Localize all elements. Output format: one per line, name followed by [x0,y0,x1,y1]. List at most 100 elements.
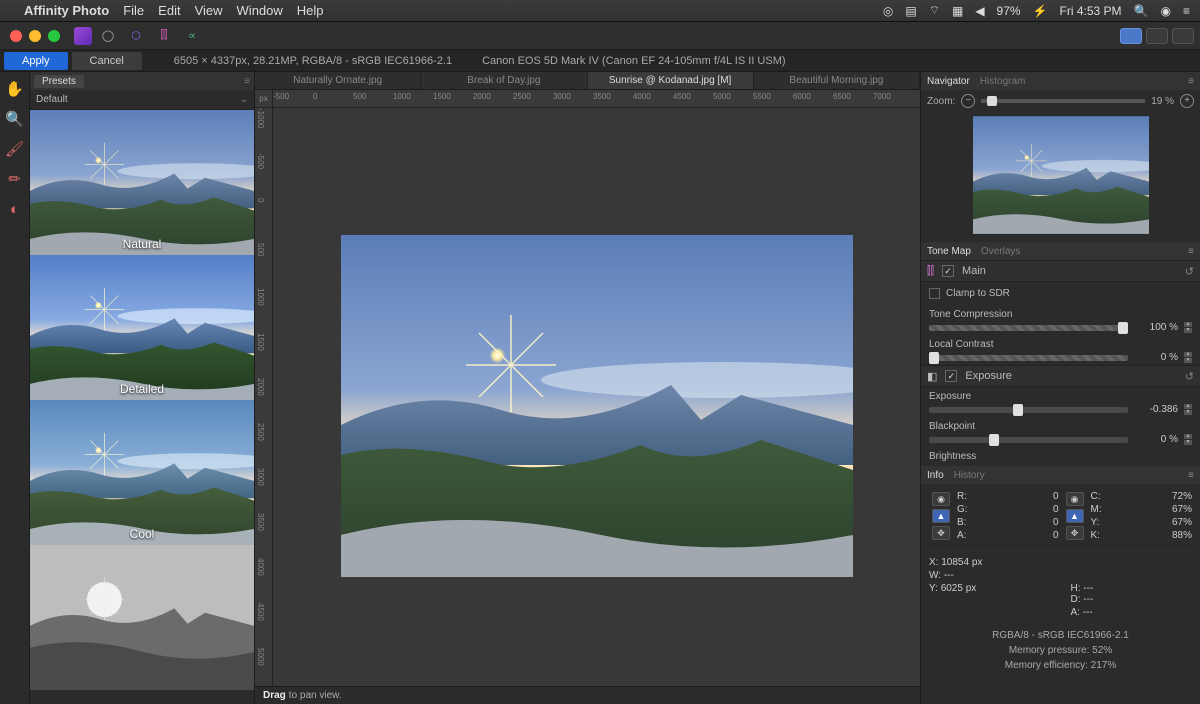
panel-menu-icon[interactable]: ≡ [1188,76,1194,87]
zoom-slider[interactable] [981,99,1145,103]
info-c: 72% [1172,491,1192,502]
tone-compression-slider[interactable] [929,325,1128,331]
user-icon[interactable]: ◉ [1161,4,1171,18]
zoom-out-button[interactable]: − [961,94,975,108]
window-controls [10,30,60,42]
doc-tab-active[interactable]: Sunrise @ Kodanad.jpg [M] [588,72,754,89]
tonemap-tab[interactable]: Tone Map [927,246,971,257]
blackpoint-slider[interactable] [929,437,1128,443]
hand-tool-icon[interactable]: ✋ [4,78,26,100]
apply-button[interactable]: Apply [4,52,68,70]
document-tabs: Naturally Ornate.jpg Break of Day.jpg Su… [255,72,920,90]
info-ypos: 6025 px [941,583,977,594]
overlays-tab[interactable]: Overlays [981,246,1020,257]
local-contrast-label: Local Contrast [929,339,1192,350]
info-h: --- [1083,583,1093,594]
pointer-icon[interactable]: ▲ [1066,509,1084,523]
menu-extras-icon[interactable]: ≡ [1183,4,1190,18]
stepper[interactable]: ▴▾ [1184,434,1192,445]
disk-icon[interactable]: ▤ [905,4,916,18]
volume-icon[interactable]: ◀ [975,4,984,18]
siri-icon[interactable]: ◎ [883,4,893,18]
reset-icon[interactable]: ↺ [1185,265,1194,278]
target-icon[interactable]: ✥ [932,526,950,540]
zoom-in-button[interactable]: + [1180,94,1194,108]
stepper[interactable]: ▴▾ [1184,404,1192,415]
hdr-icon[interactable]: ▦ [952,4,963,18]
spotlight-icon[interactable]: 🔍 [1134,4,1149,18]
view-mode-2[interactable] [1146,28,1168,44]
preset-category-select[interactable]: Default ⌄ [30,90,254,110]
preset-cool[interactable]: Cool [30,400,254,545]
navigator-thumbnail[interactable] [973,116,1149,234]
eyedropper-icon[interactable]: ◉ [932,492,950,506]
preset-label: Natural [30,237,254,251]
wifi-icon[interactable]: ⌔ [929,3,940,18]
minimize-button[interactable] [29,30,41,42]
stepper[interactable]: ▴▾ [1184,322,1192,333]
persona-liquify-icon[interactable]: ⬡ [124,26,148,46]
presets-tab[interactable]: Presets [34,75,84,88]
menu-file[interactable]: File [123,3,144,18]
history-tab[interactable]: History [954,470,985,481]
exposure-label: Exposure [929,391,1192,402]
stepper[interactable]: ▴▾ [1184,352,1192,363]
local-contrast-slider[interactable] [929,355,1128,361]
panel-menu-icon[interactable]: ≡ [244,76,250,87]
ruler-horizontal: px -500050010001500200025003000350040004… [255,90,920,108]
pointer-icon[interactable]: ▲ [932,509,950,523]
battery-label: 97% [997,4,1021,18]
target-icon[interactable]: ✥ [1066,526,1084,540]
menu-window[interactable]: Window [237,3,283,18]
battery-icon[interactable]: ⚡ [1033,4,1048,18]
preset-natural[interactable]: Natural [30,110,254,255]
camera-info: Canon EOS 5D Mark IV (Canon EF 24-105mm … [482,55,785,67]
app-icon [74,27,92,45]
exposure-enable-checkbox[interactable]: ✓ [945,370,957,382]
menu-view[interactable]: View [195,3,223,18]
doc-tab[interactable]: Beautiful Morning.jpg [754,72,920,89]
status-hint: to pan view. [289,690,342,701]
zoom-tool-icon[interactable]: 🔍 [4,108,26,130]
panel-menu-icon[interactable]: ≡ [1188,246,1194,257]
menu-help[interactable]: Help [297,3,324,18]
cancel-button[interactable]: Cancel [72,52,142,70]
app-name[interactable]: Affinity Photo [24,3,109,18]
eyedropper-icon[interactable]: ◉ [1066,492,1084,506]
menu-edit[interactable]: Edit [158,3,180,18]
persona-photo-icon[interactable]: ◯ [96,26,120,46]
reset-icon[interactable]: ↺ [1185,370,1194,383]
overlay-paint-icon[interactable]: 🖌 [4,138,26,160]
exposure-slider[interactable] [929,407,1128,413]
clock[interactable]: Fri 4:53 PM [1060,4,1122,18]
doc-tab[interactable]: Break of Day.jpg [421,72,587,89]
main-enable-checkbox[interactable]: ✓ [942,265,954,277]
view-mode-3[interactable] [1172,28,1194,44]
app-toolbar: ◯ ⬡ ⫿⫿ ∝ [0,22,1200,50]
tool-strip: ✋ 🔍 🖌 ✏ ◐ [0,72,30,704]
panel-menu-icon[interactable]: ≡ [1188,470,1194,481]
navigator-tab[interactable]: Navigator [927,76,970,87]
persona-export-icon[interactable]: ∝ [180,26,204,46]
chevron-down-icon: ⌄ [240,94,248,105]
info-mem-pressure: Memory pressure: 52% [929,643,1192,658]
histogram-tab[interactable]: Histogram [980,76,1026,87]
info-tab[interactable]: Info [927,470,944,481]
overlay-gradient-icon[interactable]: ◐ [4,198,26,220]
document-area: Naturally Ornate.jpg Break of Day.jpg Su… [255,72,920,704]
clamp-checkbox[interactable] [929,288,940,299]
doc-tab[interactable]: Naturally Ornate.jpg [255,72,421,89]
exposure-section-label: Exposure [965,370,1011,382]
canvas[interactable] [273,108,920,704]
overlay-erase-icon[interactable]: ✏ [4,168,26,190]
zoom-label: Zoom: [927,96,955,107]
status-hint-bold: Drag [263,690,286,701]
persona-tonemap-icon[interactable]: ⫿⫿ [152,26,176,46]
brightness-label: Brightness [929,451,1192,462]
close-button[interactable] [10,30,22,42]
preset-bw[interactable] [30,545,254,690]
view-mode-1[interactable] [1120,28,1142,44]
maximize-button[interactable] [48,30,60,42]
blackpoint-label: Blackpoint [929,421,1192,432]
preset-detailed[interactable]: Detailed [30,255,254,400]
